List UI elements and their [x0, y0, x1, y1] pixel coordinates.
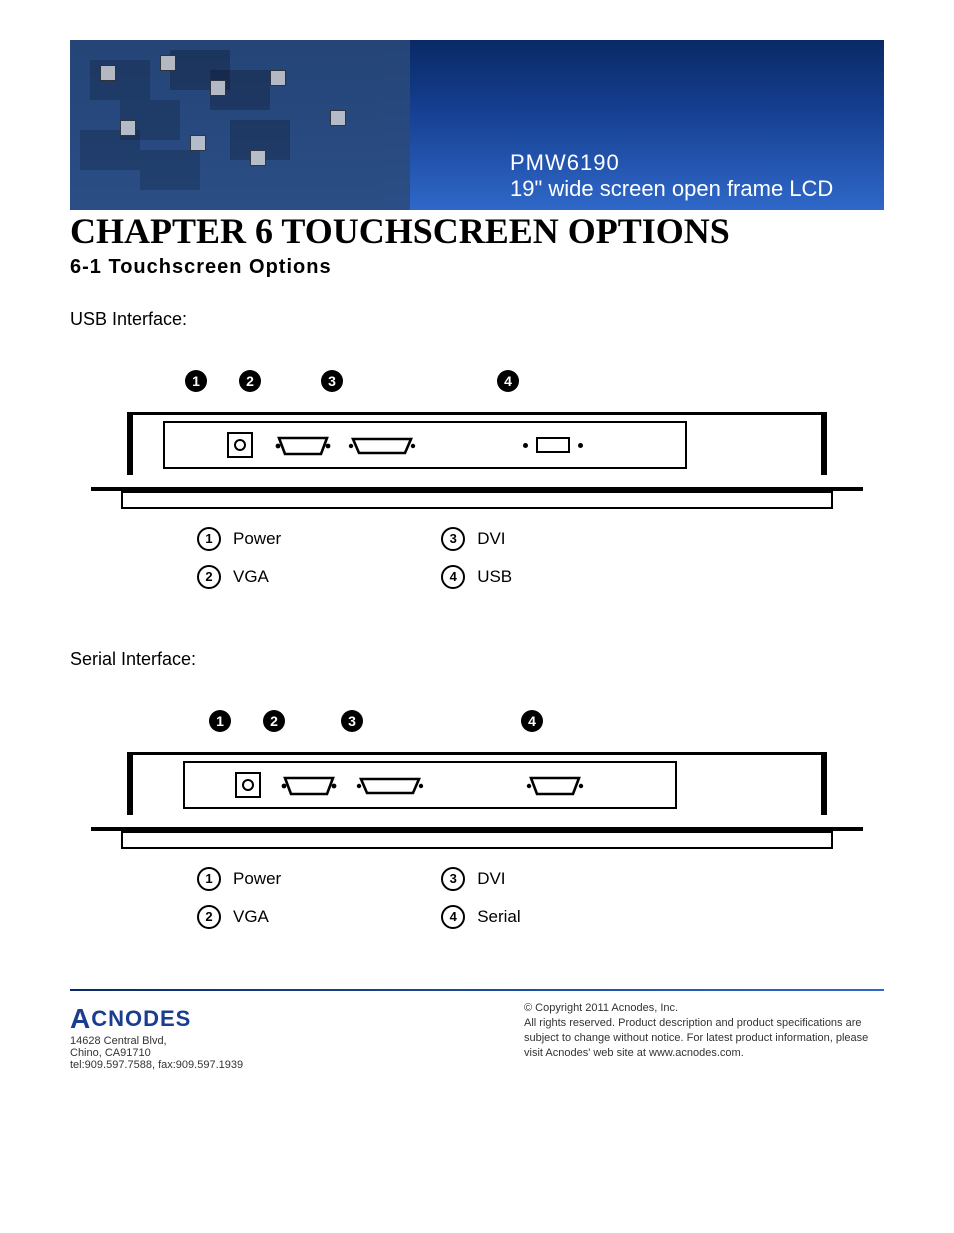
footer-addr1: 14628 Central Blvd,	[70, 1035, 243, 1047]
legend-text: VGA	[233, 567, 269, 587]
footer-addr2: Chino, CA91710	[70, 1047, 243, 1059]
legend-item-serial: 4 Serial	[441, 905, 520, 929]
callout-4: 4	[521, 710, 543, 732]
chapter-title: CHAPTER 6 TOUCHSCREEN OPTIONS	[70, 210, 884, 252]
interface-label-serial: Serial Interface:	[70, 649, 884, 670]
legend-num-icon: 3	[441, 527, 465, 551]
legend-item-vga: 2 VGA	[197, 565, 281, 589]
company-logo: ACNODES	[70, 1001, 243, 1033]
product-model: PMW6190	[510, 150, 833, 176]
header-banner: PMW6190 19" wide screen open frame LCD	[70, 40, 884, 210]
legend-text: VGA	[233, 907, 269, 927]
diagram-serial: 1 2 3 4	[127, 710, 827, 929]
footer-copyright: © Copyright 2011 Acnodes, Inc.	[524, 1001, 884, 1016]
header-banner-image	[70, 40, 410, 210]
callout-1: 1	[185, 370, 207, 392]
legend-num-icon: 4	[441, 565, 465, 589]
product-desc: 19" wide screen open frame LCD	[510, 176, 833, 202]
legend-item-vga: 2 VGA	[197, 905, 281, 929]
legend-item-power: 1 Power	[197, 867, 281, 891]
callout-3: 3	[321, 370, 343, 392]
port-vga-icon	[281, 774, 329, 796]
footer-rights: All rights reserved. Product description…	[524, 1016, 884, 1061]
legend-text: Power	[233, 869, 281, 889]
legend-usb: 1 Power 2 VGA 3 DVI 4 USB	[197, 527, 827, 589]
legend-item-usb: 4 USB	[441, 565, 512, 589]
callout-2: 2	[239, 370, 261, 392]
callout-2: 2	[263, 710, 285, 732]
legend-num-icon: 1	[197, 867, 221, 891]
port-serial-icon	[525, 774, 581, 796]
section-title: 6-1 Touchscreen Options	[70, 256, 884, 279]
port-dvi-icon	[355, 775, 415, 795]
port-dvi-icon	[347, 435, 407, 455]
page-footer: ACNODES 14628 Central Blvd, Chino, CA917…	[70, 1001, 884, 1071]
callout-4: 4	[497, 370, 519, 392]
legend-item-dvi: 3 DVI	[441, 527, 512, 551]
port-vga-icon	[275, 434, 323, 456]
legend-text: USB	[477, 567, 512, 587]
legend-item-dvi: 3 DVI	[441, 867, 520, 891]
port-power-icon	[227, 432, 253, 458]
legend-num-icon: 4	[441, 905, 465, 929]
legend-num-icon: 3	[441, 867, 465, 891]
diagram-usb: 1 2 3 4	[127, 370, 827, 589]
legend-item-power: 1 Power	[197, 527, 281, 551]
port-usb-icon	[523, 437, 583, 453]
legend-text: DVI	[477, 529, 505, 549]
legend-text: Serial	[477, 907, 520, 927]
port-power-icon	[235, 772, 261, 798]
legend-num-icon: 2	[197, 905, 221, 929]
legend-serial: 1 Power 2 VGA 3 DVI 4 Serial	[197, 867, 827, 929]
callout-3: 3	[341, 710, 363, 732]
legend-num-icon: 2	[197, 565, 221, 589]
legend-text: DVI	[477, 869, 505, 889]
interface-label-usb: USB Interface:	[70, 309, 884, 330]
legend-num-icon: 1	[197, 527, 221, 551]
footer-phone: tel:909.597.7588, fax:909.597.1939	[70, 1059, 243, 1071]
legend-text: Power	[233, 529, 281, 549]
callout-1: 1	[209, 710, 231, 732]
footer-rule	[70, 989, 884, 991]
